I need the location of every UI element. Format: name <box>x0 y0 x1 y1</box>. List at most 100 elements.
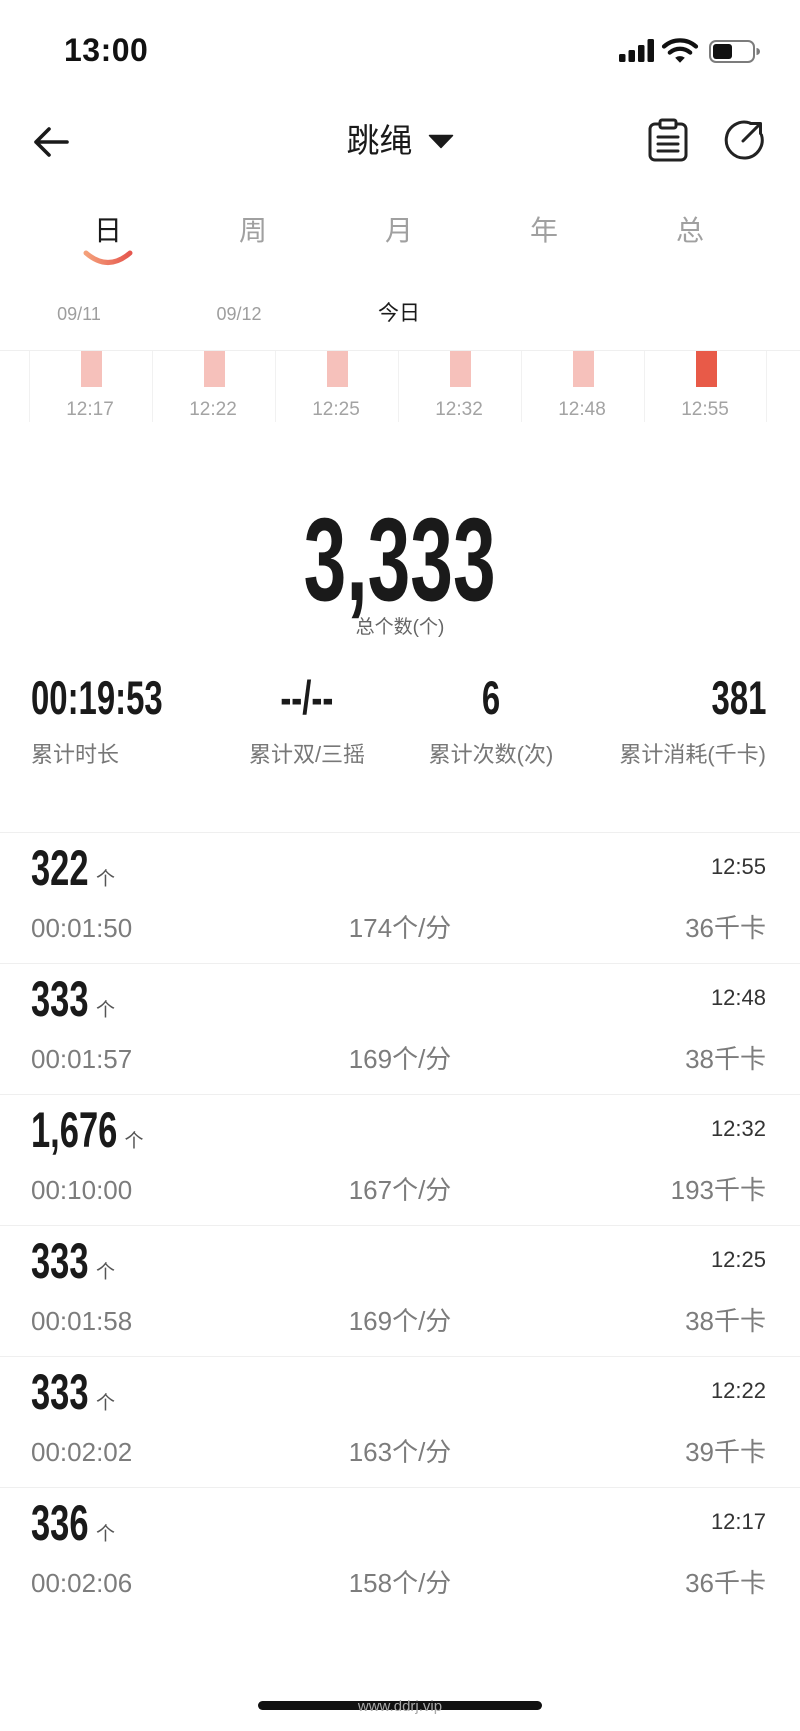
wifi-icon <box>661 38 699 63</box>
session-time-label: 12:22 <box>189 399 237 420</box>
stat-duration: 00:19:53 累计时长 <box>31 670 231 770</box>
page-title: 跳绳 <box>346 122 413 159</box>
record-count-value: 1,676 <box>31 1102 118 1158</box>
record-row[interactable]: 336 个 12:17 00:02:06 158个/分 36千卡 <box>0 1488 800 1619</box>
record-rate: 158个/分 <box>348 1568 452 1598</box>
record-count: 333 个 <box>31 1364 115 1420</box>
stat-calories: 381 累计消耗(千卡) <box>566 670 766 770</box>
session-time-label: 12:55 <box>681 399 729 420</box>
total-count-label: 总个数(个) <box>355 617 445 638</box>
record-time: 12:17 <box>710 1509 766 1534</box>
record-count-unit: 个 <box>96 1524 116 1545</box>
record-count: 322 个 <box>31 840 115 896</box>
tab-week[interactable]: 周 <box>213 211 293 251</box>
record-rate: 174个/分 <box>348 913 452 943</box>
tab-year[interactable]: 年 <box>504 211 584 251</box>
record-calories: 38千卡 <box>685 1306 766 1336</box>
record-count: 336 个 <box>31 1495 115 1551</box>
record-count-unit: 个 <box>124 1131 144 1152</box>
record-rate: 169个/分 <box>348 1044 452 1074</box>
status-time: 13:00 <box>64 32 149 68</box>
record-row[interactable]: 333 个 12:22 00:02:02 163个/分 39千卡 <box>0 1357 800 1488</box>
stat-duration-value: 00:19:53 <box>31 671 163 724</box>
record-count-value: 333 <box>31 971 89 1027</box>
session-bar <box>80 351 102 387</box>
record-time: 12:25 <box>710 1247 766 1272</box>
session-column[interactable]: 12:48 <box>520 351 644 422</box>
record-count-unit: 个 <box>96 1262 116 1283</box>
tab-month[interactable]: 月 <box>359 211 439 251</box>
record-count: 333 个 <box>31 1233 115 1289</box>
record-row[interactable]: 333 个 12:48 00:01:57 169个/分 38千卡 <box>0 964 800 1095</box>
record-count-unit: 个 <box>96 1393 116 1414</box>
back-arrow-icon[interactable] <box>31 122 71 162</box>
record-duration: 00:01:58 <box>31 1306 133 1336</box>
session-column[interactable]: 12:22 <box>151 351 275 422</box>
record-count-value: 333 <box>31 1364 89 1420</box>
record-count-unit: 个 <box>96 1000 116 1021</box>
session-strip: 12:17 12:22 12:25 12:32 12:48 12:55 <box>0 350 800 422</box>
session-bar-selected <box>695 351 717 387</box>
active-tab-indicator <box>83 250 133 265</box>
stat-sessions: 6 累计次数(次) <box>391 670 591 770</box>
record-calories: 193千卡 <box>670 1175 766 1205</box>
share-icon[interactable] <box>722 118 766 162</box>
session-time-label: 12:32 <box>435 399 483 420</box>
record-calories: 38千卡 <box>685 1044 766 1074</box>
session-bar <box>203 351 225 387</box>
record-duration: 00:01:50 <box>31 913 133 943</box>
record-count: 1,676 个 <box>31 1102 143 1158</box>
stat-calories-value: 381 <box>711 671 766 724</box>
tab-day[interactable]: 日 <box>68 211 148 251</box>
record-rate: 163个/分 <box>348 1437 452 1467</box>
total-count-value: 3,333 <box>304 494 496 626</box>
record-count: 333 个 <box>31 971 115 1027</box>
stat-double-triple-value: --/-- <box>280 671 334 724</box>
stat-duration-label: 累计时长 <box>31 742 120 767</box>
stat-double-triple: --/-- 累计双/三摇 <box>207 670 407 770</box>
sport-type-selector[interactable]: 跳绳 <box>290 118 510 164</box>
session-time-label: 12:48 <box>558 399 606 420</box>
record-rate: 169个/分 <box>348 1306 452 1336</box>
record-row[interactable]: 322 个 12:55 00:01:50 174个/分 36千卡 <box>0 833 800 964</box>
total-count: 3,333 <box>0 501 800 619</box>
session-column[interactable]: 12:17 <box>28 351 152 422</box>
record-time: 12:48 <box>710 985 766 1010</box>
session-column[interactable]: 12:55 <box>643 351 767 422</box>
session-time-label: 12:17 <box>66 399 114 420</box>
tab-total[interactable]: 总 <box>650 211 730 251</box>
session-bar <box>572 351 594 387</box>
record-row[interactable]: 1,676 个 12:32 00:10:00 167个/分 193千卡 <box>0 1095 800 1226</box>
record-duration: 00:10:00 <box>31 1175 133 1205</box>
record-calories: 36千卡 <box>685 1568 766 1598</box>
record-count-value: 333 <box>31 1233 89 1289</box>
record-time: 12:55 <box>710 854 766 879</box>
stat-sessions-label: 累计次数(次) <box>428 742 554 767</box>
record-time: 12:32 <box>710 1116 766 1141</box>
stat-double-triple-label: 累计双/三摇 <box>248 742 366 767</box>
session-bar <box>449 351 471 387</box>
watermark: www.ddrj.vip <box>357 1698 443 1715</box>
record-count-value: 322 <box>31 840 89 896</box>
session-column[interactable]: 12:25 <box>274 351 398 422</box>
record-duration: 00:01:57 <box>31 1044 133 1074</box>
date-tab[interactable]: 09/12 <box>189 300 289 328</box>
caret-down-icon <box>428 134 453 148</box>
record-duration: 00:02:02 <box>31 1437 133 1467</box>
record-row[interactable]: 333 个 12:25 00:01:58 169个/分 38千卡 <box>0 1226 800 1357</box>
session-bar <box>326 351 348 387</box>
date-tab[interactable]: 09/11 <box>29 300 129 328</box>
record-count-unit: 个 <box>96 869 116 890</box>
record-rate: 167个/分 <box>348 1175 452 1205</box>
stat-sessions-value: 6 <box>481 671 501 724</box>
cellular-signal-icon <box>619 39 654 62</box>
record-duration: 00:02:06 <box>31 1568 133 1598</box>
record-count-value: 336 <box>31 1495 89 1551</box>
record-calories: 36千卡 <box>685 913 766 943</box>
stat-calories-label: 累计消耗(千卡) <box>619 742 766 767</box>
session-time-label: 12:25 <box>312 399 360 420</box>
record-calories: 39千卡 <box>685 1437 766 1467</box>
clipboard-icon[interactable] <box>647 118 689 162</box>
session-column[interactable]: 12:32 <box>397 351 521 422</box>
date-tab-today[interactable]: 今日 <box>349 300 449 328</box>
